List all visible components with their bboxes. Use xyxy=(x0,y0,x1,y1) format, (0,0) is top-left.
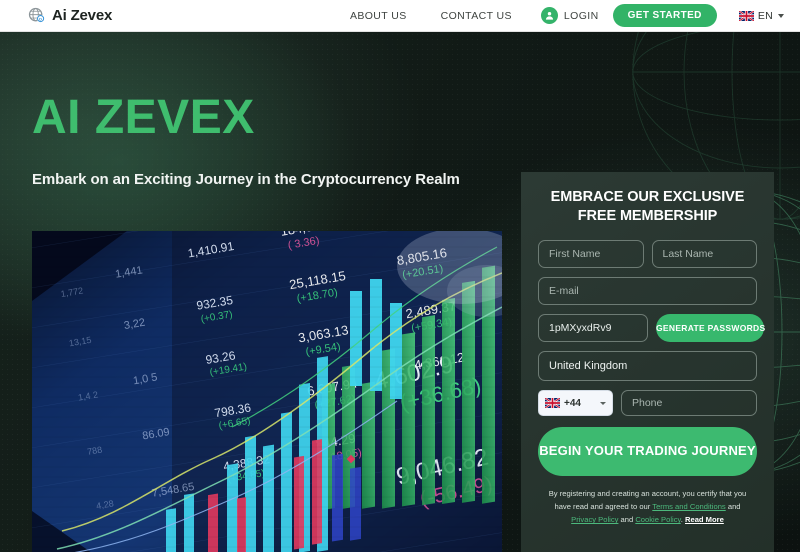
page-root: D Ai Zevex ABOUT US CONTACT US LOGIN GET… xyxy=(0,0,800,552)
chevron-down-icon xyxy=(778,13,784,18)
brand-name: Ai Zevex xyxy=(52,7,113,24)
password-field-row: GENERATE PASSWORDS xyxy=(538,314,765,343)
privacy-policy-link[interactable]: Privacy Policy xyxy=(571,515,618,524)
language-code: EN xyxy=(757,9,773,22)
login-label: LOGIN xyxy=(563,9,599,22)
language-selector[interactable]: EN xyxy=(738,9,784,22)
get-started-button[interactable]: GET STARTED xyxy=(612,4,717,27)
last-name-input[interactable] xyxy=(651,240,757,269)
first-name-input[interactable] xyxy=(538,240,644,269)
country-code-value: +44 xyxy=(564,397,581,409)
email-field-row xyxy=(538,277,757,306)
name-fields-row xyxy=(538,240,757,269)
signup-form-title: EMBRACE OUR EXCLUSIVE FREE MEMBERSHIP xyxy=(550,189,745,224)
uk-flag-icon xyxy=(738,10,754,21)
cookie-policy-link[interactable]: Cookie Policy xyxy=(635,515,680,524)
hero-subtitle: Embark on an Exciting Journey in the Cry… xyxy=(32,171,460,188)
hero-text-block: AI ZEVEX Embark on an Exciting Journey i… xyxy=(32,91,502,189)
signup-form-panel: EMBRACE OUR EXCLUSIVE FREE MEMBERSHIP GE… xyxy=(521,172,774,552)
password-input[interactable] xyxy=(538,314,648,343)
nav-link-contact-us[interactable]: CONTACT US xyxy=(424,10,529,22)
disclaimer-text-part3: and xyxy=(618,515,636,525)
begin-trading-journey-button[interactable]: BEGIN YOUR TRADING JOURNEY xyxy=(538,427,757,477)
chevron-down-icon xyxy=(600,401,606,405)
login-button[interactable]: LOGIN xyxy=(529,7,609,24)
page-title: AI ZEVEX xyxy=(32,91,255,144)
phone-field-row: +44 xyxy=(538,390,757,417)
nav-right-group: ABOUT US CONTACT US LOGIN GET STARTED EN xyxy=(333,4,784,27)
svg-text:D: D xyxy=(39,16,42,21)
brand-logo-group[interactable]: D Ai Zevex xyxy=(28,7,112,24)
user-icon xyxy=(540,7,558,24)
phone-input[interactable] xyxy=(621,390,757,417)
uk-flag-icon xyxy=(545,398,560,409)
email-input[interactable] xyxy=(538,277,757,306)
country-field-row: United Kingdom xyxy=(538,351,757,382)
globe-icon: D xyxy=(28,7,45,24)
disclaimer-text-part2: and xyxy=(725,502,741,512)
nav-link-about-us[interactable]: ABOUT US xyxy=(333,10,424,22)
generate-passwords-button[interactable]: GENERATE PASSWORDS xyxy=(656,314,765,343)
terms-and-conditions-link[interactable]: Terms and Conditions xyxy=(652,502,725,511)
hero-section: AI ZEVEX Embark on an Exciting Journey i… xyxy=(0,32,800,552)
country-code-select[interactable]: +44 xyxy=(538,390,613,417)
read-more-link[interactable]: Read More xyxy=(685,515,724,524)
stock-market-trading-screen-photo: 1,772 13,15 1,4 2 788 4,28 1,441 3,22 1,… xyxy=(32,231,502,552)
top-navigation-bar: D Ai Zevex ABOUT US CONTACT US LOGIN GET… xyxy=(0,0,800,32)
signup-disclaimer: By registering and creating an account, … xyxy=(538,487,757,526)
country-select[interactable]: United Kingdom xyxy=(538,351,757,382)
